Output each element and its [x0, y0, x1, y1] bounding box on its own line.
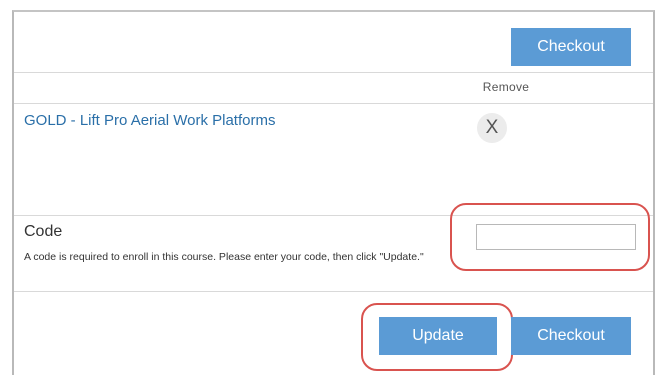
- divider: [14, 72, 653, 73]
- cart-panel: Checkout Remove GOLD - Lift Pro Aerial W…: [12, 10, 655, 375]
- update-button[interactable]: Update: [379, 317, 497, 355]
- checkout-button-top[interactable]: Checkout: [511, 28, 631, 66]
- course-title-link[interactable]: GOLD - Lift Pro Aerial Work Platforms: [24, 112, 275, 129]
- remove-item-button[interactable]: X: [477, 113, 507, 143]
- checkout-button-bottom[interactable]: Checkout: [511, 317, 631, 355]
- close-icon: X: [485, 117, 499, 138]
- code-label: Code: [24, 223, 63, 240]
- divider: [14, 103, 653, 104]
- code-help-text: A code is required to enroll in this cou…: [24, 251, 424, 263]
- code-input[interactable]: [476, 224, 636, 250]
- divider: [14, 215, 653, 216]
- divider: [14, 291, 653, 292]
- remove-column-header: Remove: [482, 80, 530, 94]
